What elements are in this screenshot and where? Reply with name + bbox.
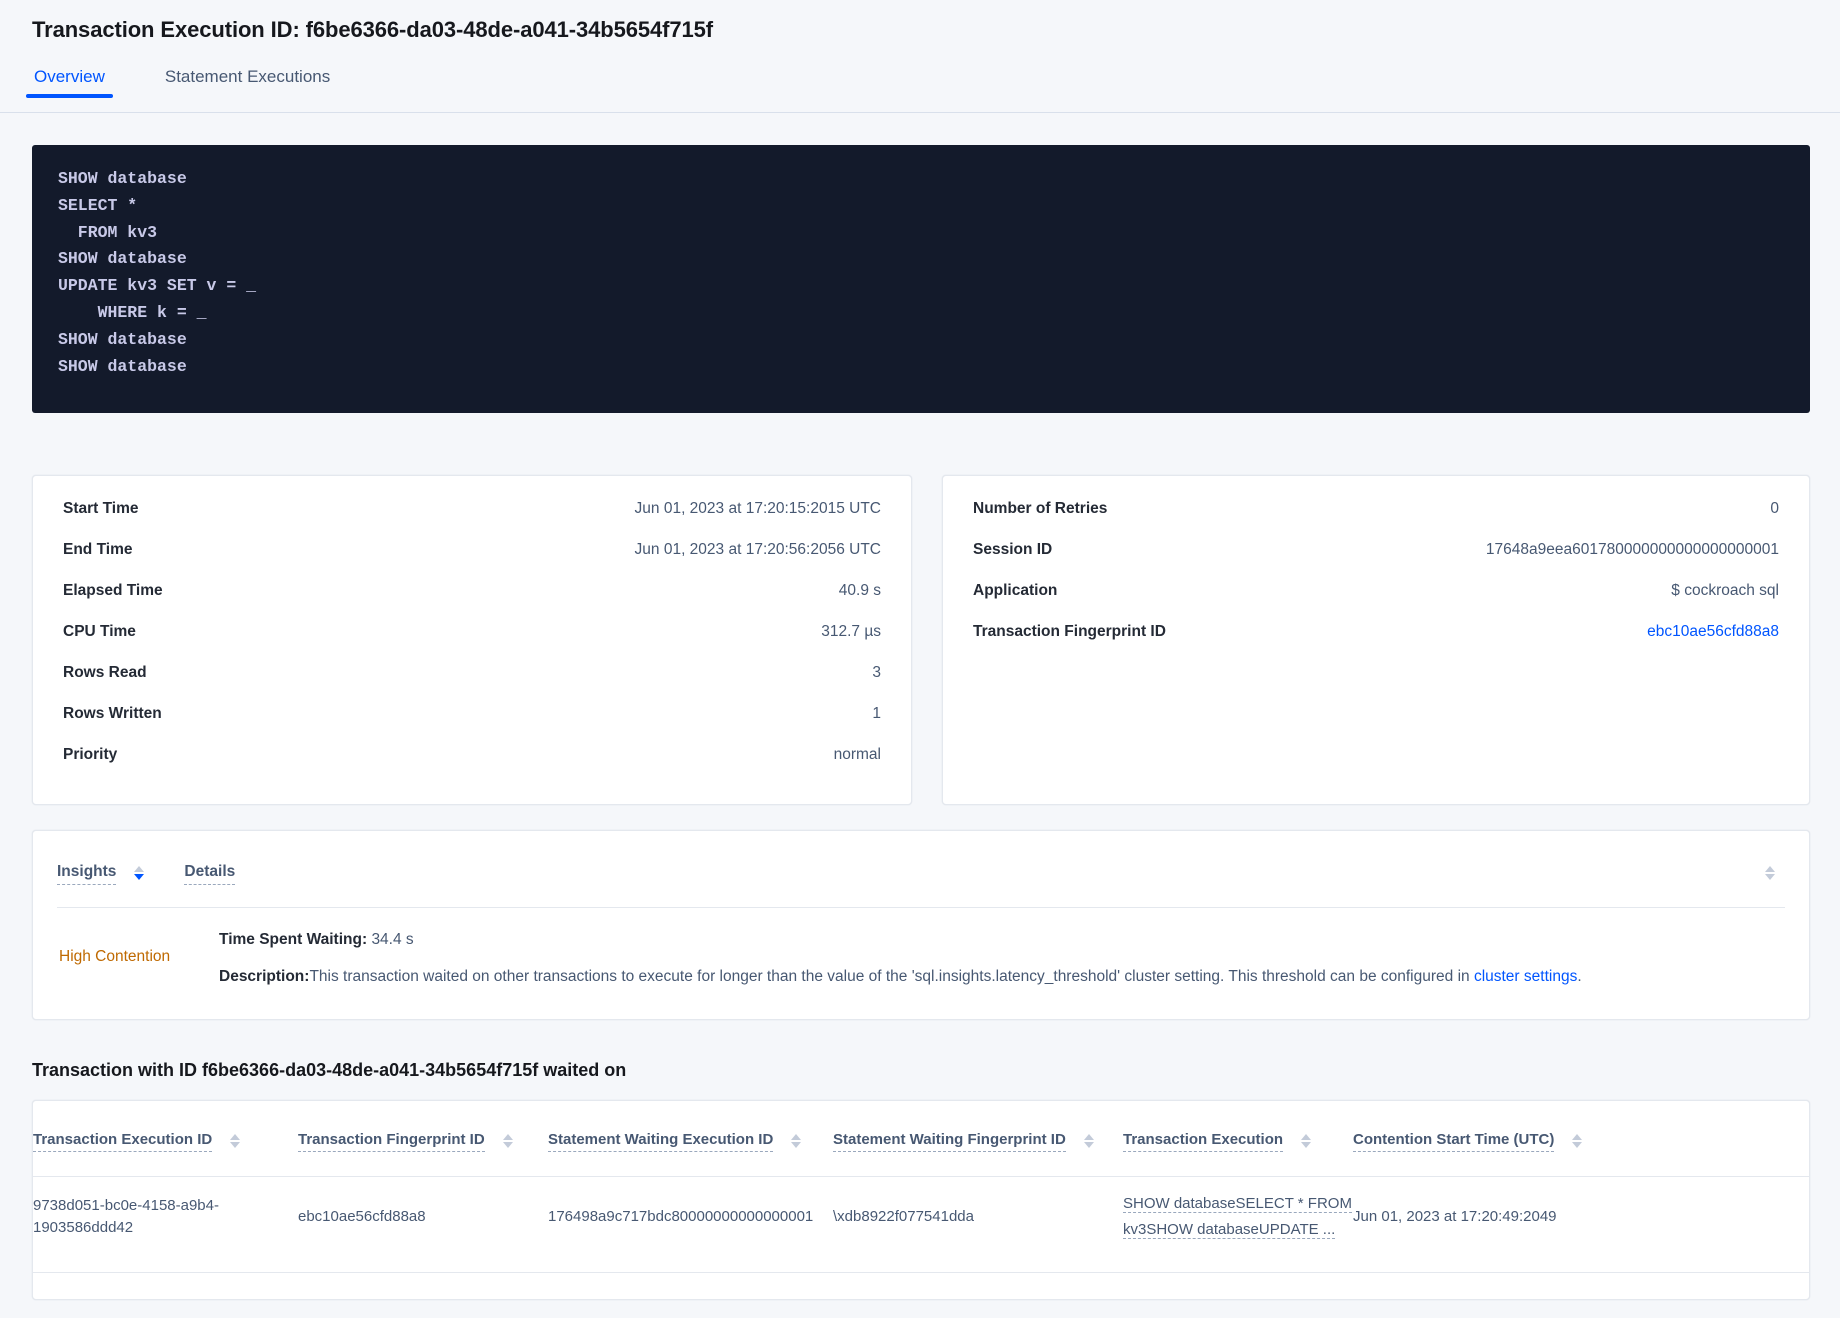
table-row: 9738d051-bc0e-4158-a9b4-1903586ddd42 ebc…: [33, 1177, 1809, 1272]
page-title: Transaction Execution ID: f6be6366-da03-…: [32, 17, 713, 42]
summary-row-application: Application $ cockroach sql: [973, 582, 1779, 623]
summary-label: End Time: [63, 541, 133, 558]
cell-transaction-execution-id: 9738d051-bc0e-4158-a9b4-1903586ddd42: [33, 1196, 219, 1236]
cluster-settings-link[interactable]: cluster settings: [1474, 968, 1577, 985]
column-header-label[interactable]: Transaction Fingerprint ID: [298, 1131, 485, 1152]
insight-type-label: High Contention: [59, 948, 171, 965]
tab-overview[interactable]: Overview: [26, 68, 113, 98]
transaction-execution-preview[interactable]: SHOW databaseSELECT * FROM kv3SHOW datab…: [1123, 1195, 1352, 1239]
summary-value: 1: [872, 705, 881, 722]
waited-on-table-card: Transaction Execution ID Transaction Fin…: [32, 1100, 1810, 1300]
summary-value: Jun 01, 2023 at 17:20:56:2056 UTC: [634, 541, 881, 558]
summary-right-list: Number of Retries 0 Session ID 17648a9ee…: [943, 476, 1809, 664]
waited-on-table: Transaction Execution ID Transaction Fin…: [33, 1101, 1809, 1273]
summary-row-rows-read: Rows Read 3: [63, 664, 881, 705]
column-header-label[interactable]: Statement Waiting Fingerprint ID: [833, 1131, 1066, 1152]
summary-label: Rows Written: [63, 705, 162, 722]
insights-table-header: Insights Details: [33, 831, 1809, 893]
cell-transaction-fingerprint-id: ebc10ae56cfd88a8: [298, 1207, 426, 1225]
summary-value: 40.9 s: [838, 582, 881, 599]
summary-row-priority: Priority normal: [63, 746, 881, 787]
summary-row-rows-written: Rows Written 1: [63, 705, 881, 746]
tab-bar-divider: [0, 112, 1840, 113]
sort-arrows-icon-statement-waiting-execution-id[interactable]: [791, 1133, 802, 1148]
summary-row-start-time: Start Time Jun 01, 2023 at 17:20:15:2015…: [63, 500, 881, 541]
row-rule-row: [33, 1272, 1809, 1273]
table-row-divider: [33, 1272, 1809, 1273]
summary-row-end-time: End Time Jun 01, 2023 at 17:20:56:2056 U…: [63, 541, 881, 582]
column-header-transaction-execution-id: Transaction Execution ID: [33, 1101, 298, 1176]
summary-left-list: Start Time Jun 01, 2023 at 17:20:15:2015…: [33, 476, 911, 787]
column-header-label[interactable]: Statement Waiting Execution ID: [548, 1131, 774, 1152]
summary-row-cpu-time: CPU Time 312.7 µs: [63, 623, 881, 664]
summary-row-elapsed-time: Elapsed Time 40.9 s: [63, 582, 881, 623]
summary-label: Session ID: [973, 541, 1053, 558]
column-header-label[interactable]: Transaction Execution: [1123, 1131, 1284, 1152]
insights-row: High Contention Time Spent Waiting: 34.4…: [33, 908, 1809, 1004]
cell-contention-start-time: Jun 01, 2023 at 17:20:49:2049: [1353, 1207, 1557, 1225]
summary-label: Priority: [63, 746, 118, 763]
transaction-summary-card-right: Number of Retries 0 Session ID 17648a9ee…: [942, 475, 1810, 805]
sort-arrows-icon-transaction-execution-id[interactable]: [230, 1133, 241, 1148]
sort-arrows-icon-insights[interactable]: [134, 866, 145, 880]
sort-arrows-icon-transaction-execution[interactable]: [1301, 1133, 1312, 1148]
insight-description-label: Description:: [219, 967, 310, 985]
tab-statement-executions[interactable]: Statement Executions: [163, 68, 332, 98]
waited-on-section-title: Transaction with ID f6be6366-da03-48de-a…: [32, 1060, 627, 1080]
summary-value: 17648a9eea601780000000000000000001: [1485, 541, 1779, 558]
transaction-details-page: Transaction Execution ID: f6be6366-da03-…: [0, 0, 1840, 1318]
insights-panel: Insights Details High Contention Time Sp…: [32, 830, 1810, 1020]
insights-column-header-details[interactable]: Details: [184, 863, 236, 885]
summary-value: 312.7 µs: [821, 623, 881, 640]
insight-description-text: This transaction waited on other transac…: [309, 967, 1474, 985]
transaction-summary-card-left: Start Time Jun 01, 2023 at 17:20:15:2015…: [32, 475, 912, 805]
column-header-label[interactable]: Transaction Execution ID: [33, 1131, 213, 1152]
sort-arrows-icon-statement-waiting-fingerprint-id[interactable]: [1083, 1133, 1094, 1148]
insight-time-spent-waiting-value: 34.4 s: [371, 931, 414, 948]
transaction-fingerprint-id-link[interactable]: ebc10ae56cfd88a8: [1647, 623, 1779, 641]
column-header-transaction-fingerprint-id: Transaction Fingerprint ID: [298, 1101, 548, 1176]
summary-label: Application: [973, 582, 1058, 599]
summary-row-session-id: Session ID 17648a9eea6017800000000000000…: [973, 541, 1779, 582]
column-header-transaction-execution: Transaction Execution: [1123, 1101, 1353, 1176]
summary-value: normal: [833, 746, 881, 763]
sql-code-block: SHOW database SELECT * FROM kv3 SHOW dat…: [32, 145, 1810, 413]
table-header-row: Transaction Execution ID Transaction Fin…: [33, 1101, 1809, 1176]
summary-label: Transaction Fingerprint ID: [973, 623, 1166, 640]
insights-column-header-insights[interactable]: Insights: [57, 863, 117, 885]
cell-statement-waiting-fingerprint-id: \xdb8922f077541dda: [833, 1207, 974, 1225]
column-header-label[interactable]: Contention Start Time (UTC): [1353, 1131, 1555, 1152]
sort-arrows-icon-details[interactable]: [1765, 866, 1775, 880]
insight-time-spent-waiting-label: Time Spent Waiting:: [219, 931, 368, 948]
column-header-statement-waiting-fingerprint-id: Statement Waiting Fingerprint ID: [833, 1101, 1123, 1176]
summary-row-number-of-retries: Number of Retries 0: [973, 500, 1779, 541]
summary-value: 0: [1770, 500, 1779, 517]
insight-description-tail: .: [1577, 967, 1582, 985]
summary-label: Elapsed Time: [63, 582, 163, 599]
summary-label: Number of Retries: [973, 500, 1108, 517]
cell-transaction-execution[interactable]: SHOW databaseSELECT * FROM kv3SHOW datab…: [1123, 1177, 1353, 1272]
summary-value: $ cockroach sql: [1671, 582, 1779, 599]
summary-row-transaction-fingerprint-id: Transaction Fingerprint ID ebc10ae56cfd8…: [973, 623, 1779, 664]
insight-time-spent-waiting: Time Spent Waiting: 34.4 s: [219, 930, 1781, 951]
sort-arrows-icon-contention-start-time[interactable]: [1572, 1133, 1583, 1148]
summary-value: Jun 01, 2023 at 17:20:15:2015 UTC: [634, 500, 881, 517]
cell-statement-waiting-execution-id: 176498a9c717bdc80000000000000001: [548, 1207, 814, 1225]
insight-details: Time Spent Waiting: 34.4 s Description:T…: [219, 930, 1781, 1004]
column-header-contention-start-time: Contention Start Time (UTC): [1353, 1101, 1809, 1176]
summary-label: Start Time: [63, 500, 139, 517]
insight-description: Description:This transaction waited on o…: [219, 967, 1781, 988]
column-header-statement-waiting-execution-id: Statement Waiting Execution ID: [548, 1101, 833, 1176]
summary-label: Rows Read: [63, 664, 147, 681]
summary-value: 3: [872, 664, 881, 681]
tab-bar: Overview Statement Executions: [26, 68, 1840, 112]
sort-arrows-icon-transaction-fingerprint-id[interactable]: [502, 1133, 513, 1148]
summary-label: CPU Time: [63, 623, 136, 640]
